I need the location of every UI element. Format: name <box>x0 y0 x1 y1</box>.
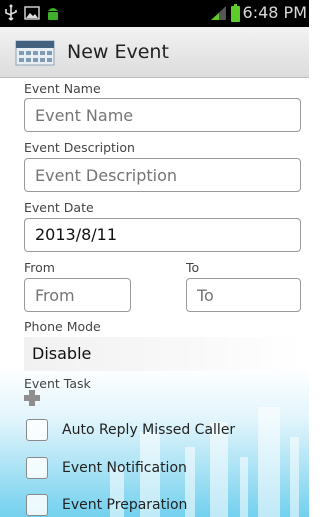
checkbox[interactable] <box>26 457 48 479</box>
event-form: Event Name Event Description Event Date … <box>0 78 309 517</box>
task-event-notification[interactable]: Event Notification <box>26 455 187 481</box>
android-icon <box>48 8 58 20</box>
phone-mode-label: Phone Mode <box>24 319 101 334</box>
from-input[interactable] <box>24 278 131 312</box>
signal-icon <box>210 6 226 20</box>
plus-icon[interactable] <box>24 390 40 406</box>
event-description-input[interactable] <box>24 158 301 192</box>
system-icons: 6:48 PM <box>210 3 307 23</box>
checkbox[interactable] <box>26 494 48 516</box>
event-task-label: Event Task <box>24 376 91 391</box>
event-date-field[interactable]: 2013/8/11 <box>24 218 301 252</box>
task-event-preparation[interactable]: Event Preparation <box>26 492 187 517</box>
calendar-icon <box>15 40 55 66</box>
task-label: Event Preparation <box>62 497 188 513</box>
task-auto-reply[interactable]: Auto Reply Missed Caller <box>26 417 235 443</box>
phone-mode-select[interactable]: Disable <box>24 337 301 371</box>
event-name-label: Event Name <box>24 81 101 96</box>
to-label: To <box>186 260 200 275</box>
event-name-input[interactable] <box>24 98 301 132</box>
status-bar: 6:48 PM <box>0 0 309 27</box>
usb-icon <box>5 4 17 21</box>
page-title: New Event <box>67 41 169 63</box>
to-input[interactable] <box>186 278 301 312</box>
task-label: Event Notification <box>62 460 187 476</box>
event-date-label: Event Date <box>24 200 94 215</box>
from-label: From <box>24 260 55 275</box>
checkbox[interactable] <box>26 419 48 441</box>
task-label: Auto Reply Missed Caller <box>62 422 236 438</box>
battery-icon <box>230 4 240 22</box>
notification-icons <box>4 4 60 22</box>
action-bar: New Event <box>0 27 309 78</box>
status-time: 6:48 PM <box>242 3 307 22</box>
image-icon <box>24 6 40 20</box>
event-description-label: Event Description <box>24 140 135 155</box>
